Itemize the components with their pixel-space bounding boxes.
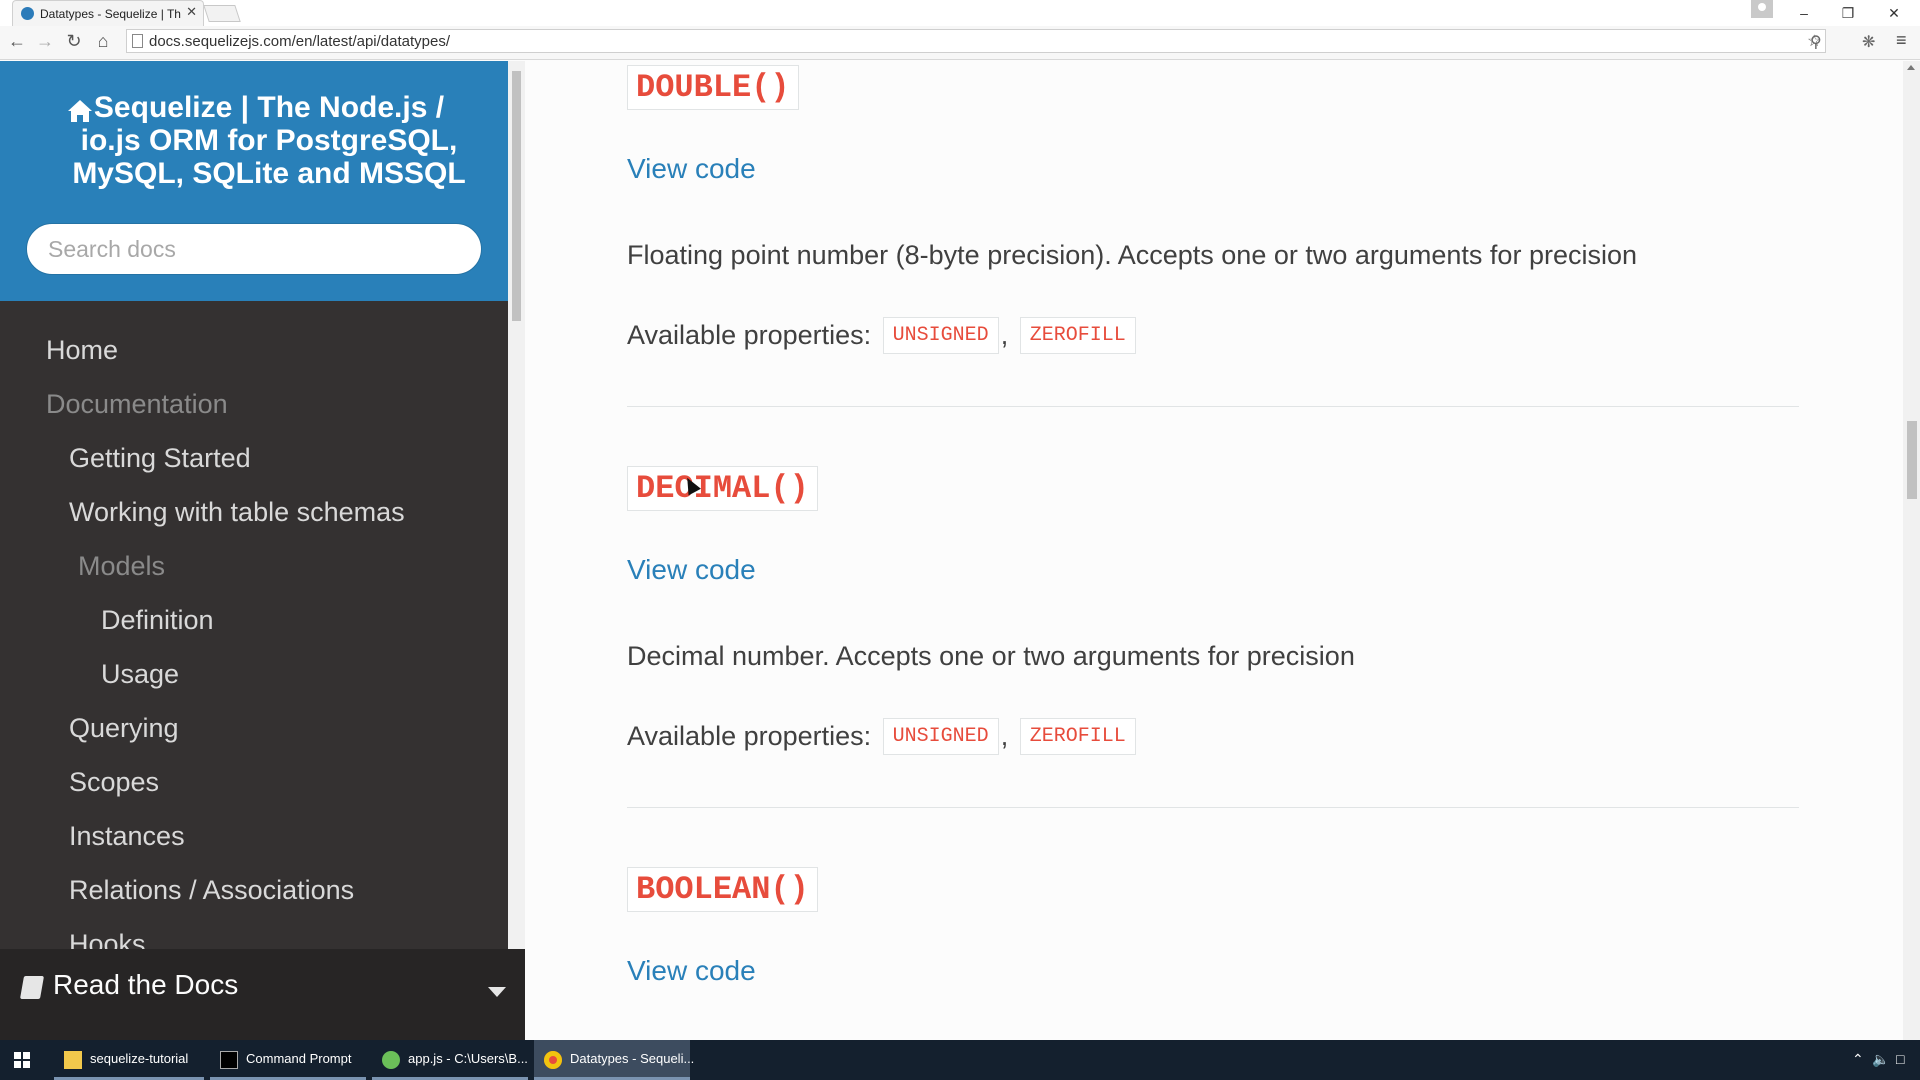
sidebar-header: Sequelize | The Node.js / io.js ORM for … bbox=[0, 61, 508, 301]
docs-content: DOUBLE() View code Floating point number… bbox=[525, 61, 1903, 1054]
taskbar-item-editor[interactable]: app.js - C:\Users\B... bbox=[372, 1040, 528, 1080]
address-bar[interactable]: docs.sequelizejs.com/en/latest/api/datat… bbox=[126, 29, 1826, 53]
boolean-view-code-link[interactable]: View code bbox=[627, 955, 756, 987]
comma: , bbox=[1000, 320, 1009, 350]
url-text[interactable]: docs.sequelizejs.com/en/latest/api/datat… bbox=[149, 33, 450, 50]
sidebar-scrollbar[interactable] bbox=[508, 61, 525, 949]
zoom-icon[interactable]: ⚲ bbox=[1810, 32, 1822, 52]
browser-menu-icon[interactable]: ≡ bbox=[1896, 30, 1907, 51]
properties-label: Available properties: bbox=[627, 721, 872, 751]
sidebar-scroll-thumb[interactable] bbox=[512, 71, 521, 321]
search-input[interactable]: Search docs bbox=[26, 223, 482, 275]
double-view-code-link[interactable]: View code bbox=[627, 153, 756, 185]
minimize-button[interactable]: – bbox=[1784, 2, 1824, 24]
close-window-button[interactable]: ✕ bbox=[1874, 2, 1914, 24]
taskbar-item-chrome[interactable]: Datatypes - Sequeli... bbox=[534, 1040, 694, 1080]
restore-button[interactable]: ❐ bbox=[1828, 2, 1868, 24]
nav-definition[interactable]: Definition bbox=[101, 605, 214, 636]
book-icon bbox=[19, 976, 45, 999]
volume-icon[interactable]: 🔈 bbox=[1872, 1051, 1889, 1068]
back-icon[interactable]: ← bbox=[6, 30, 28, 52]
browser-tab-strip: Datatypes - Sequelize | Th ✕ – ❐ ✕ bbox=[0, 0, 1920, 26]
nav-home[interactable]: Home bbox=[46, 335, 118, 366]
notification-icon[interactable]: □ bbox=[1896, 1051, 1904, 1067]
decimal-title: DECIMAL() bbox=[627, 466, 818, 511]
taskbar-label: sequelize-tutorial bbox=[90, 1051, 189, 1066]
nav-documentation[interactable]: Documentation bbox=[46, 389, 228, 420]
taskbar-label: Datatypes - Sequeli... bbox=[570, 1051, 695, 1066]
read-the-docs-label: Read the Docs bbox=[53, 969, 239, 1000]
page-scroll-thumb[interactable] bbox=[1907, 421, 1917, 499]
decimal-properties: Available properties: UNSIGNED, ZEROFILL bbox=[627, 718, 1136, 755]
zerofill-code: ZEROFILL bbox=[1019, 317, 1136, 354]
nav-relations-associations[interactable]: Relations / Associations bbox=[69, 875, 354, 906]
browser-tab[interactable]: Datatypes - Sequelize | Th ✕ bbox=[12, 0, 204, 26]
comma: , bbox=[1000, 721, 1009, 751]
section-divider bbox=[627, 406, 1799, 407]
unsigned-code: UNSIGNED bbox=[882, 317, 999, 354]
page-icon bbox=[132, 34, 143, 48]
boolean-title: BOOLEAN() bbox=[627, 867, 818, 912]
taskbar-item-command-prompt[interactable]: Command Prompt bbox=[210, 1040, 366, 1080]
nav-scopes[interactable]: Scopes bbox=[69, 767, 159, 798]
atom-editor-icon bbox=[382, 1051, 400, 1069]
nav-instances[interactable]: Instances bbox=[69, 821, 185, 852]
terminal-icon bbox=[220, 1051, 238, 1069]
scroll-up-icon[interactable] bbox=[1907, 65, 1915, 70]
decimal-description: Decimal number. Accepts one or two argum… bbox=[627, 641, 1355, 671]
tab-close-icon[interactable]: ✕ bbox=[186, 5, 197, 18]
caret-down-icon[interactable] bbox=[488, 987, 506, 997]
nav-working-with-table-schemas[interactable]: Working with table schemas bbox=[69, 497, 405, 528]
taskbar-label: Command Prompt bbox=[246, 1051, 352, 1066]
windows-start-icon[interactable] bbox=[14, 1052, 30, 1068]
read-the-docs-bar[interactable]: Read the Docs bbox=[0, 949, 525, 1054]
sequelize-favicon-icon bbox=[21, 7, 34, 20]
forward-icon[interactable]: → bbox=[34, 30, 56, 52]
page-scrollbar[interactable] bbox=[1903, 61, 1920, 1054]
nav-querying[interactable]: Querying bbox=[69, 713, 179, 744]
home-button-icon[interactable]: ⌂ bbox=[92, 30, 114, 52]
browser-toolbar: ← → ↻ ⌂ docs.sequelizejs.com/en/latest/a… bbox=[0, 26, 1920, 60]
properties-label: Available properties: bbox=[627, 320, 872, 350]
zerofill-code: ZEROFILL bbox=[1019, 718, 1136, 755]
tab-title: Datatypes - Sequelize | Th bbox=[40, 7, 181, 21]
double-properties: Available properties: UNSIGNED, ZEROFILL bbox=[627, 317, 1136, 354]
folder-icon bbox=[64, 1051, 82, 1069]
taskbar-label: app.js - C:\Users\B... bbox=[408, 1051, 528, 1066]
double-title: DOUBLE() bbox=[627, 65, 799, 110]
double-description: Floating point number (8-byte precision)… bbox=[627, 240, 1637, 270]
windows-taskbar: sequelize-tutorial Command Prompt app.js… bbox=[0, 1040, 1920, 1080]
unsigned-code: UNSIGNED bbox=[882, 718, 999, 755]
docs-sidebar: Sequelize | The Node.js / io.js ORM for … bbox=[0, 61, 525, 1054]
new-tab-button[interactable] bbox=[203, 5, 241, 22]
sidebar-nav: Home Documentation Getting Started Worki… bbox=[0, 313, 508, 1011]
taskbar-item-explorer[interactable]: sequelize-tutorial bbox=[54, 1040, 204, 1080]
chrome-icon bbox=[544, 1051, 562, 1069]
profile-icon[interactable] bbox=[1751, 0, 1773, 18]
section-divider bbox=[627, 807, 1799, 808]
nav-models[interactable]: Models bbox=[78, 551, 165, 582]
decimal-view-code-link[interactable]: View code bbox=[627, 554, 756, 586]
search-placeholder: Search docs bbox=[48, 236, 176, 262]
nav-usage[interactable]: Usage bbox=[101, 659, 179, 690]
project-title[interactable]: Sequelize | The Node.js / io.js ORM for … bbox=[40, 91, 470, 190]
reload-icon[interactable]: ↻ bbox=[63, 30, 85, 52]
extension-icon[interactable]: ❋ bbox=[1862, 32, 1875, 52]
chevron-up-icon[interactable]: ⌃ bbox=[1852, 1051, 1864, 1068]
nav-getting-started[interactable]: Getting Started bbox=[69, 443, 251, 474]
